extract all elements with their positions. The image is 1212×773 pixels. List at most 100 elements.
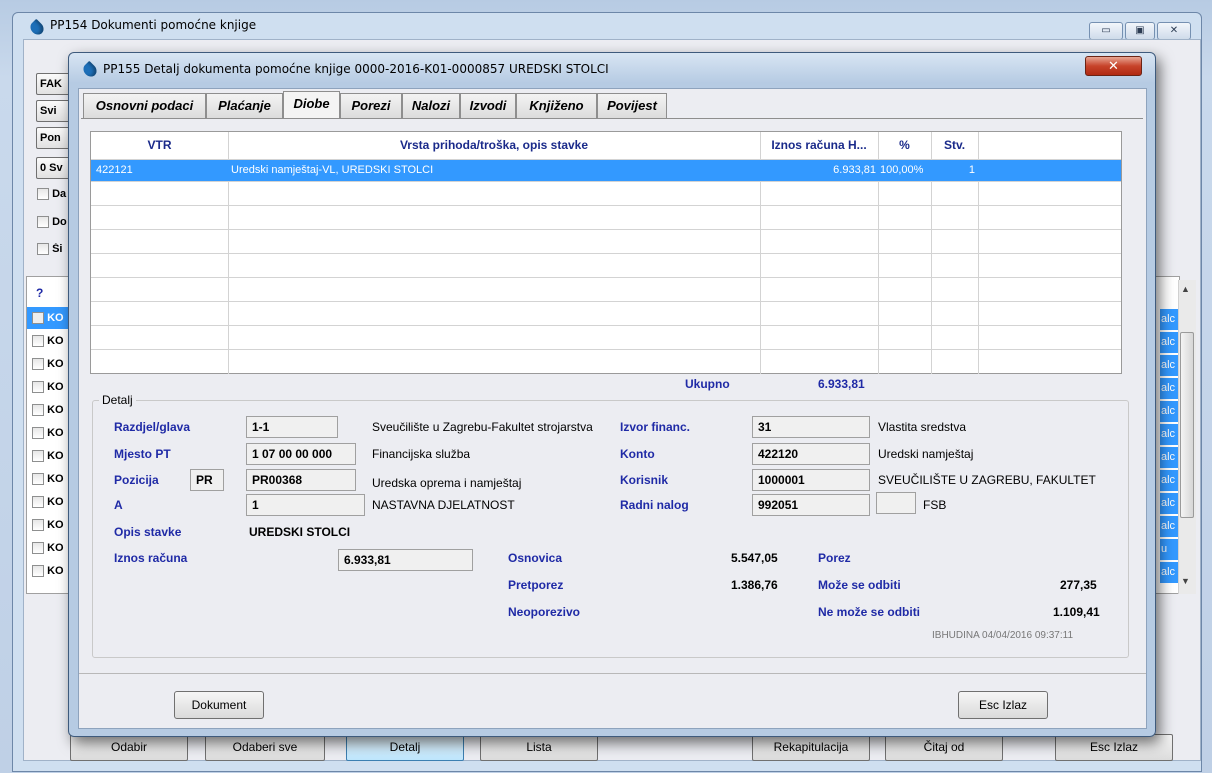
ne-moze-se-odbiti-value: 1.109,41 — [1053, 605, 1100, 619]
cell-iznos[interactable]: 6.933,81 — [760, 160, 878, 181]
list-cell-right[interactable]: alc — [1160, 516, 1179, 537]
osnovica-value: 5.547,05 — [731, 551, 778, 565]
odabir-button[interactable]: Odabir — [70, 734, 188, 761]
radni-nalog-text: FSB — [923, 498, 947, 512]
tab-izvodi[interactable]: Izvodi — [460, 93, 516, 118]
tab-placanje[interactable]: Plaćanje — [206, 93, 283, 118]
pozicija-text: Uredska oprema i namještaj — [372, 476, 522, 490]
checkbox[interactable] — [37, 188, 49, 201]
ne-moze-se-odbiti-label: Ne može se odbiti — [818, 605, 921, 619]
list-cell-right[interactable]: alc — [1160, 493, 1179, 514]
neoporezivo-label: Neoporezivo — [508, 605, 581, 619]
mjesto-pt-label: Mjesto PT — [114, 447, 171, 461]
odaberi-sve-button[interactable]: Odaberi sve — [205, 734, 325, 761]
list-cell-right[interactable]: alc — [1160, 355, 1179, 376]
opis-stavke-label: Opis stavke — [114, 525, 182, 539]
opis-stavke-value: UREDSKI STOLCI — [249, 525, 351, 539]
scroll-down-icon[interactable]: ▼ — [1181, 576, 1190, 586]
izvor-financ-label: Izvor financ. — [620, 420, 691, 434]
grid-line — [91, 301, 1121, 302]
moze-se-odbiti-label: Može se odbiti — [818, 578, 901, 592]
dialog-title: PP155 Detalj dokumenta pomoćne knjige 00… — [103, 62, 609, 76]
korisnik-field[interactable]: 1000001 — [752, 469, 870, 491]
iznos-racuna-label: Iznos računa — [114, 551, 188, 565]
dokument-button[interactable]: Dokument — [174, 691, 264, 719]
list-cell-right[interactable]: alc — [1160, 447, 1179, 468]
column-header-opis[interactable]: Vrsta prihoda/troška, opis stavke — [228, 132, 760, 159]
grid-line — [91, 325, 1121, 326]
audit-info: IBHUDINA 04/04/2016 09:37:11 — [932, 630, 1074, 641]
a-text: NASTAVNA DJELATNOST — [372, 498, 515, 512]
list-cell-right[interactable]: alc — [1160, 562, 1179, 583]
grid-line — [91, 349, 1121, 350]
list-cell-right[interactable]: alc — [1160, 309, 1179, 330]
cell-vtr[interactable]: 422121 — [96, 160, 226, 181]
minimize-icon[interactable]: ▭ — [1089, 22, 1123, 40]
detalj-button[interactable]: Detalj — [346, 734, 464, 761]
cell-opis[interactable]: Uredski namještaj-VL, UREDSKI STOLCI — [231, 160, 756, 181]
konto-text: Uredski namještaj — [878, 447, 974, 461]
close-icon[interactable]: ✕ — [1157, 22, 1191, 40]
column-header-pct[interactable]: % — [878, 132, 931, 159]
pretporez-label: Pretporez — [508, 578, 564, 592]
tab-diobe[interactable]: Diobe — [283, 91, 340, 119]
column-header-vtr[interactable]: VTR — [91, 132, 228, 159]
razdjel-field[interactable]: 1-1 — [246, 416, 338, 438]
izvor-financ-field[interactable]: 31 — [752, 416, 870, 438]
ukupno-label: Ukupno — [685, 377, 730, 391]
konto-field[interactable]: 422120 — [752, 443, 870, 465]
check-label: Do — [52, 216, 67, 228]
korisnik-text: SVEUČILIŠTE U ZAGREBU, FAKULTET — [878, 473, 1096, 487]
tab-porezi[interactable]: Porezi — [340, 93, 402, 118]
korisnik-label: Korisnik — [620, 473, 669, 487]
pozicija-prefix-field[interactable]: PR — [190, 469, 224, 491]
list-cell-right[interactable]: u — [1160, 539, 1179, 560]
tab-nalozi[interactable]: Nalozi — [402, 93, 460, 118]
checkbox[interactable] — [37, 216, 49, 229]
pretporez-value: 1.386,76 — [731, 578, 778, 592]
detalj-legend: Detalj — [99, 393, 136, 407]
porez-label: Porez — [818, 551, 851, 565]
radni-nalog-label: Radni nalog — [620, 498, 689, 512]
grid-line — [91, 253, 1121, 254]
esc-izlaz-main-button[interactable]: Esc Izlaz — [1055, 734, 1173, 761]
radni-nalog-extra-field[interactable] — [876, 492, 916, 514]
tab-knjizeno[interactable]: Knjiženo — [516, 93, 597, 118]
dialog-close-icon[interactable]: ✕ — [1085, 56, 1142, 76]
pozicija-field[interactable]: PR00368 — [246, 469, 356, 491]
list-cell-right[interactable]: alc — [1160, 332, 1179, 353]
checkbox[interactable] — [37, 243, 49, 256]
iznos-racuna-field[interactable]: 6.933,81 — [338, 549, 473, 571]
scrollbar-thumb[interactable] — [1180, 332, 1194, 518]
esc-izlaz-button[interactable]: Esc Izlaz — [958, 691, 1048, 719]
konto-label: Konto — [620, 447, 655, 461]
a-field[interactable]: 1 — [246, 494, 365, 516]
list-cell-right[interactable]: alc — [1160, 378, 1179, 399]
column-header-stv[interactable]: Stv. — [931, 132, 978, 159]
main-window-title: PP154 Dokumenti pomoćne knjige — [50, 18, 257, 32]
a-label: A — [114, 498, 123, 512]
grid-line — [91, 277, 1121, 278]
list-cell-right[interactable]: alc — [1160, 424, 1179, 445]
tab-povijest[interactable]: Povijest — [597, 93, 667, 118]
mjesto-pt-field[interactable]: 1 07 00 00 000 — [246, 443, 356, 465]
list-cell-right[interactable]: alc — [1160, 401, 1179, 422]
citaj-od-button[interactable]: Čitaj od — [885, 734, 1003, 761]
lista-button[interactable]: Lista — [480, 734, 598, 761]
razdjel-text: Sveučilište u Zagrebu-Fakultet strojarst… — [372, 420, 593, 434]
razdjel-label: Razdjel/glava — [114, 420, 191, 434]
radni-nalog-field[interactable]: 992051 — [752, 494, 870, 516]
column-header-iznos[interactable]: Iznos računa H... — [760, 132, 878, 159]
cell-stv[interactable]: 1 — [931, 160, 975, 181]
cell-pct[interactable]: 100,00% — [880, 160, 930, 181]
mjesto-pt-text: Financijska služba — [372, 447, 471, 461]
scroll-up-icon[interactable]: ▲ — [1181, 284, 1190, 294]
pozicija-label: Pozicija — [114, 473, 159, 487]
detalj-groupbox — [92, 400, 1129, 658]
grid-line — [91, 229, 1121, 230]
tab-osnovni-podaci[interactable]: Osnovni podaci — [83, 93, 206, 118]
restore-icon[interactable]: ▣ — [1125, 22, 1155, 40]
check-label: Da — [52, 188, 67, 200]
rekapitulacija-button[interactable]: Rekapitulacija — [752, 734, 870, 761]
list-cell-right[interactable]: alc — [1160, 470, 1179, 491]
